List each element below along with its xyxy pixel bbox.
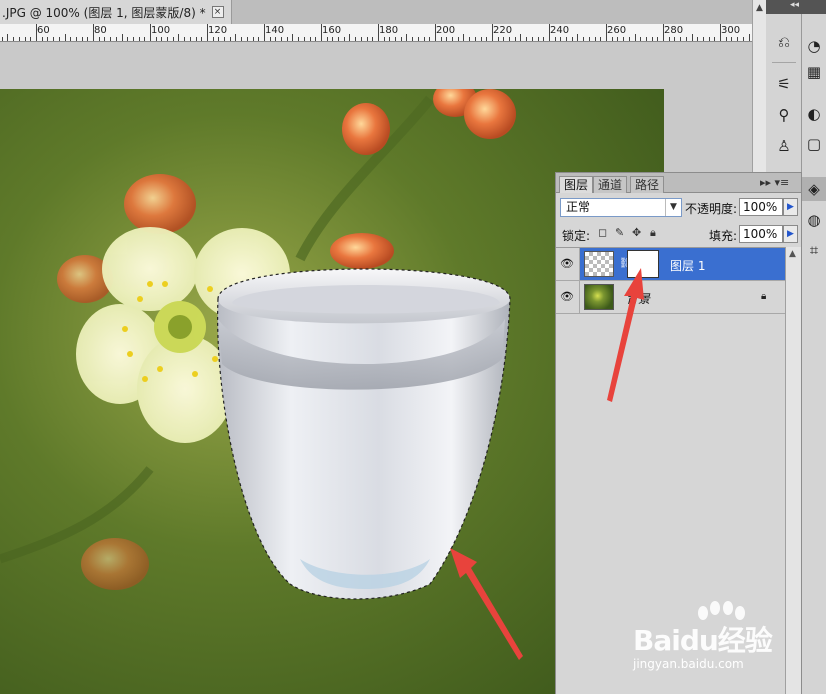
photoshop-window: .JPG @ 100% (图层 1, 图层蒙版/8) * × 60 80 100 12… bbox=[0, 0, 826, 694]
baidu-watermark: Baidu经验 jingyan.baidu.com bbox=[633, 601, 803, 673]
annotation-arrows bbox=[450, 268, 644, 660]
watermark-brand: Baidu经验 bbox=[633, 624, 773, 657]
watermark-url: jingyan.baidu.com bbox=[633, 657, 744, 671]
arrow-to-mask bbox=[607, 268, 644, 402]
arrow-to-glass bbox=[450, 548, 523, 660]
